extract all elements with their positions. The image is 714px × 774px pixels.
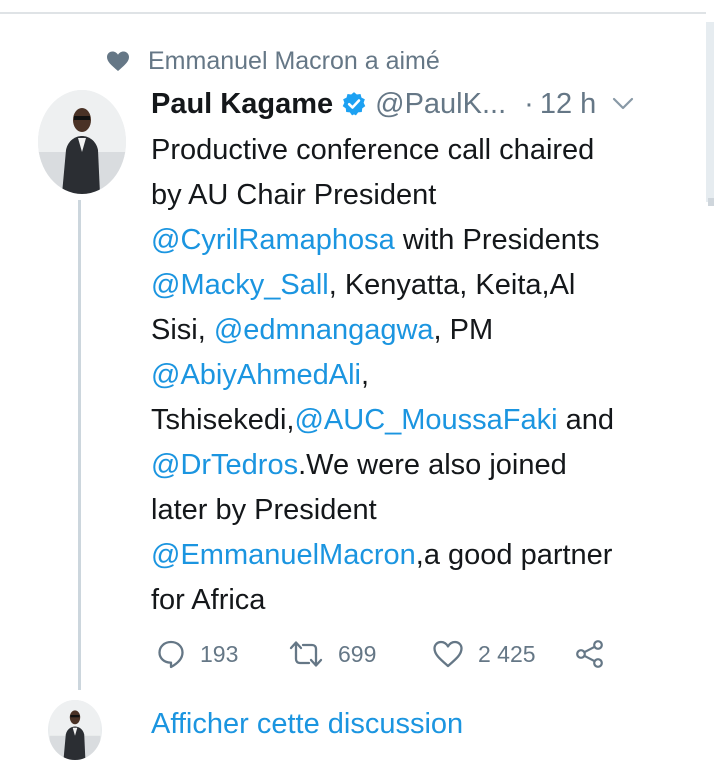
tweet-text-segment: Tshisekedi, <box>151 404 295 436</box>
tweet-text-segment: , <box>360 359 370 391</box>
scrollbar-marker <box>708 198 714 206</box>
tweet-text-line: @AbiyAhmedAli, <box>151 353 691 398</box>
tweet-text-segment: later by President <box>151 494 377 526</box>
tweet-text-line: by AU Chair President <box>151 173 691 218</box>
mention-link[interactable]: @Macky_Sall <box>151 269 329 301</box>
tweet-header: Paul Kagame @PaulK... · 12 h <box>151 84 634 124</box>
scrollbar[interactable] <box>706 0 714 774</box>
tweet-text-segment: , PM <box>433 314 494 346</box>
tweet-text-segment: Productive conference call chaired <box>151 134 595 166</box>
avatar[interactable] <box>38 90 126 194</box>
reply-action[interactable]: 193 <box>156 639 288 669</box>
like-action[interactable]: 2 425 <box>432 639 574 669</box>
mention-link[interactable]: @DrTedros <box>151 449 298 481</box>
reply-count: 193 <box>200 640 239 667</box>
scrollbar-thumb[interactable] <box>706 22 714 202</box>
reply-icon <box>158 640 184 669</box>
tweet-text-line: @CyrilRamaphosa with Presidents <box>151 218 691 263</box>
tweet-text-segment: with Presidents <box>394 224 600 256</box>
thread-avatar[interactable] <box>48 700 102 760</box>
tweet-text-segment: and <box>557 404 615 436</box>
tweet-text-line: for Africa <box>151 578 691 623</box>
tweet-time[interactable]: 12 h <box>540 88 596 121</box>
avatar-image <box>38 90 126 194</box>
mention-link[interactable]: @CyrilRamaphosa <box>151 224 395 256</box>
top-divider <box>0 12 706 14</box>
liked-by-context[interactable]: Emmanuel Macron a aimé <box>106 44 440 78</box>
tweet-text-line: @DrTedros.We were also joined <box>151 443 691 488</box>
mention-link[interactable]: @EmmanuelMacron <box>151 539 416 571</box>
separator-dot: · <box>524 87 534 120</box>
tweet-text: Productive conference call chaired by AU … <box>151 128 691 623</box>
author-name[interactable]: Paul Kagame <box>151 88 333 121</box>
liked-by-text: Emmanuel Macron a aimé <box>148 46 440 75</box>
like-count: 2 425 <box>478 640 536 667</box>
mention-link[interactable]: @AbiyAhmedAli <box>151 359 361 391</box>
tweet-text-line: @Macky_Sall, Kenyatta, Keita,Al <box>151 263 691 308</box>
mention-link[interactable]: @edmnangagwa <box>214 314 434 346</box>
tweet-text-segment: by AU Chair President <box>151 179 437 211</box>
thread-avatar-image <box>49 700 101 760</box>
tweet-text-segment: ,a good partner <box>415 539 613 571</box>
chevron-down-icon[interactable] <box>612 97 634 111</box>
tweet-text-segment: , Kenyatta, Keita,Al <box>328 269 576 301</box>
heart-icon <box>107 51 129 71</box>
show-thread-link[interactable]: Afficher cette discussion <box>151 708 463 741</box>
tweet-text-segment: .We were also joined <box>298 449 567 481</box>
tweet-actions: 193 699 2 425 <box>156 636 606 672</box>
like-heart-icon <box>433 640 463 668</box>
share-action[interactable] <box>574 639 606 669</box>
tweet-text-segment: for Africa <box>151 584 266 616</box>
verified-badge-icon <box>342 92 366 116</box>
tweet-text-line: Productive conference call chaired <box>151 128 691 173</box>
share-icon <box>576 640 603 668</box>
retweet-icon <box>289 641 323 667</box>
retweet-count: 699 <box>338 640 377 667</box>
tweet-text-line: Sisi, @edmnangagwa, PM <box>151 308 691 353</box>
tweet-text-line: Tshisekedi,@AUC_MoussaFaki and <box>151 398 691 443</box>
author-handle[interactable]: @PaulK... <box>375 88 506 121</box>
thread-line <box>78 200 81 690</box>
tweet-text-line: later by President <box>151 488 691 533</box>
mention-link[interactable]: @AUC_MoussaFaki <box>294 404 557 436</box>
tweet-text-line: @EmmanuelMacron,a good partner <box>151 533 691 578</box>
tweet-text-segment: Sisi, <box>151 314 214 346</box>
retweet-action[interactable]: 699 <box>288 639 432 669</box>
